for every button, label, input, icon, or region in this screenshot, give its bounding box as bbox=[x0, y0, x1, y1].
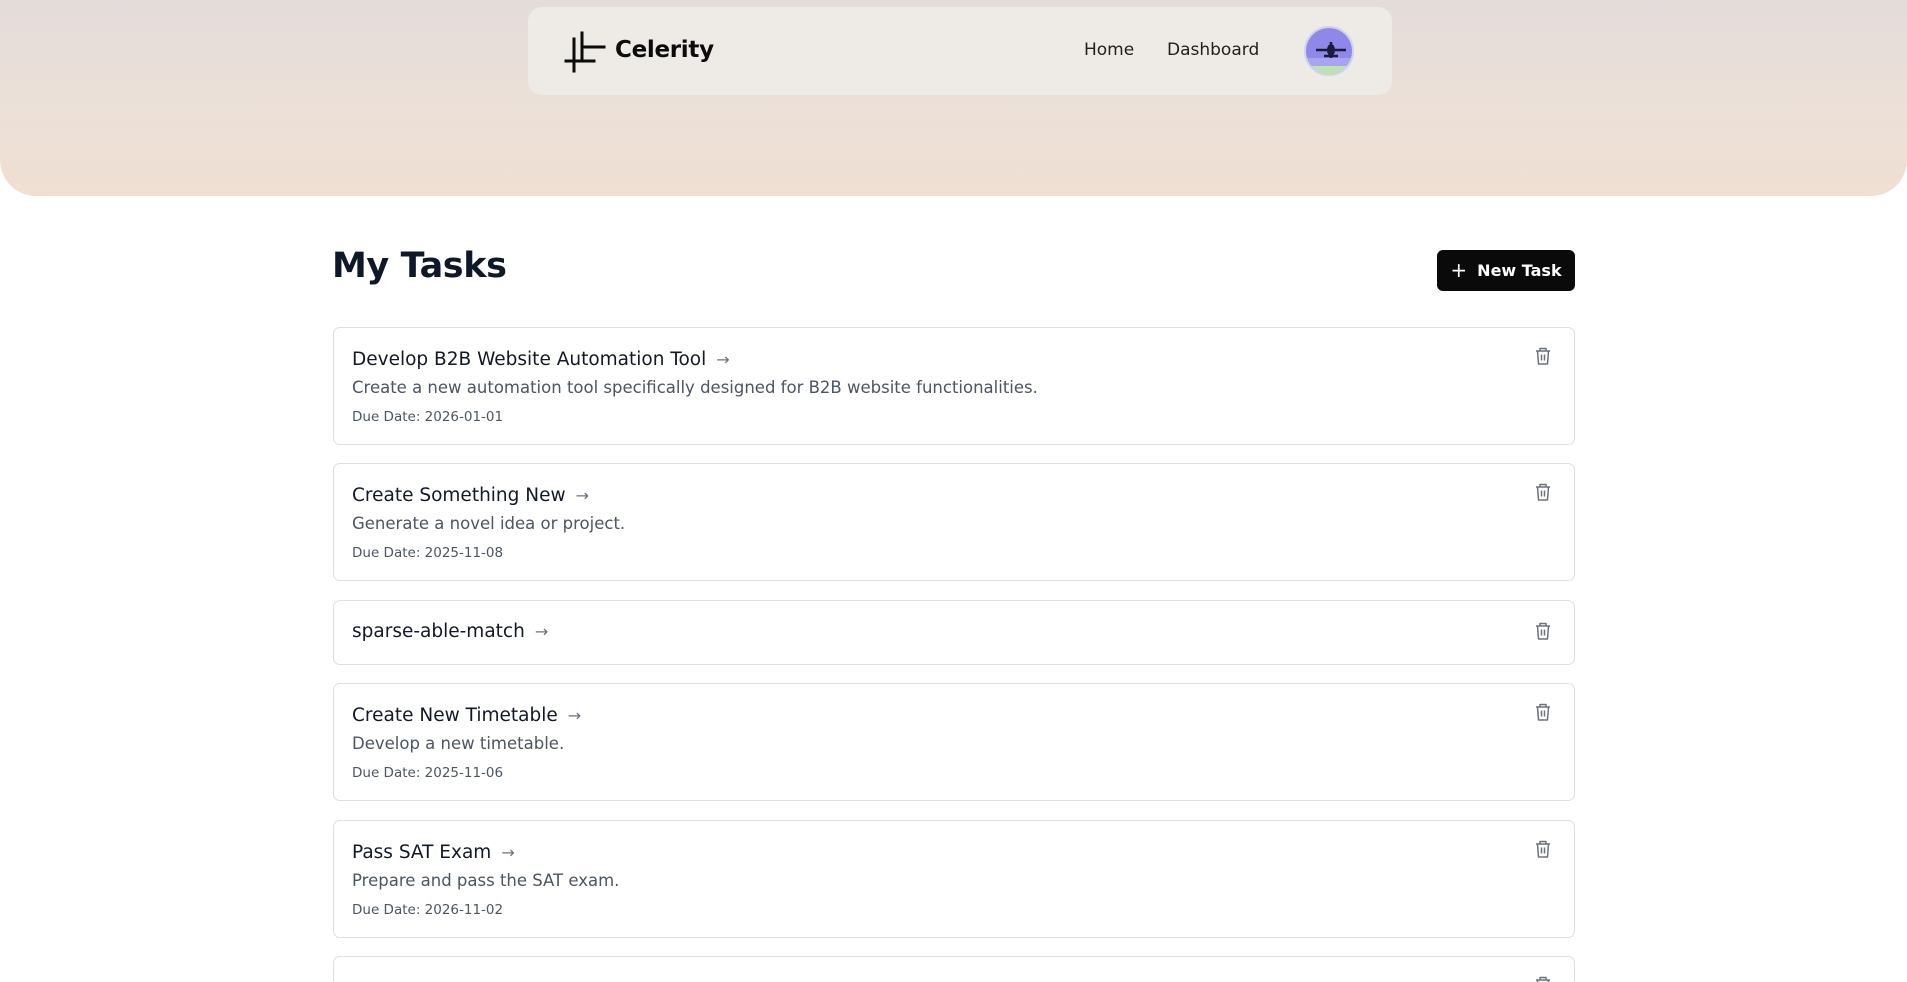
user-avatar[interactable] bbox=[1304, 26, 1354, 76]
task-card[interactable]: Pass SAT Exam → Prepare and pass the SAT … bbox=[333, 820, 1575, 938]
trash-icon[interactable] bbox=[1534, 975, 1552, 982]
nav-link-home[interactable]: Home bbox=[1084, 40, 1134, 60]
task-title-text: Create New Timetable bbox=[352, 705, 558, 726]
brand-name[interactable]: Celerity bbox=[615, 37, 714, 63]
task-description: Prepare and pass the SAT exam. bbox=[352, 871, 620, 890]
task-card[interactable]: sparse-able-match → bbox=[333, 600, 1575, 665]
trash-icon[interactable] bbox=[1534, 346, 1552, 366]
task-title-text: sparse-able-match bbox=[352, 621, 525, 642]
trash-icon[interactable] bbox=[1534, 702, 1552, 722]
plus-icon: + bbox=[1450, 257, 1468, 282]
task-card[interactable]: Develop B2B Website Automation Tool → Cre… bbox=[333, 327, 1575, 445]
task-due-date: Due Date: 2026-01-01 bbox=[352, 409, 504, 425]
task-card[interactable]: Create Something New → Generate a novel i… bbox=[333, 463, 1575, 581]
task-card[interactable]: Create New Timetable → Develop a new time… bbox=[333, 683, 1575, 801]
task-title[interactable]: Create Something New → bbox=[352, 485, 589, 506]
task-due-date: Due Date: 2025-11-08 bbox=[352, 545, 504, 561]
page-title: My Tasks bbox=[332, 246, 507, 286]
task-description: Develop a new timetable. bbox=[352, 734, 565, 753]
trash-icon[interactable] bbox=[1534, 839, 1552, 859]
task-title[interactable]: Pass SAT Exam → bbox=[352, 842, 515, 863]
arrow-right-icon: → bbox=[575, 486, 590, 505]
task-title-text: Pass SAT Exam bbox=[352, 842, 492, 863]
task-title[interactable]: Create New Timetable → bbox=[352, 705, 581, 726]
arrow-right-icon: → bbox=[501, 843, 515, 862]
top-navbar: Celerity Home Dashboard bbox=[528, 7, 1392, 95]
task-description: Generate a novel idea or project. bbox=[352, 514, 626, 533]
arrow-right-icon: → bbox=[534, 622, 549, 641]
arrow-right-icon: → bbox=[716, 350, 730, 369]
trash-icon[interactable] bbox=[1534, 482, 1552, 502]
task-title[interactable]: Develop B2B Website Automation Tool → bbox=[352, 349, 730, 370]
airplane-avatar-icon bbox=[1306, 28, 1352, 74]
task-title-text: Create Something New bbox=[352, 485, 566, 506]
task-title-text: Develop B2B Website Automation Tool bbox=[352, 349, 707, 370]
task-description: Create a new automation tool specificall… bbox=[352, 378, 1038, 397]
logo-icon[interactable] bbox=[564, 31, 606, 73]
arrow-right-icon: → bbox=[567, 706, 582, 725]
trash-icon[interactable] bbox=[1534, 621, 1552, 641]
nav-link-dashboard[interactable]: Dashboard bbox=[1167, 40, 1259, 60]
new-task-label: New Task bbox=[1477, 261, 1562, 280]
task-title[interactable]: sparse-able-match → bbox=[352, 621, 548, 642]
new-task-button[interactable]: + New Task bbox=[1437, 250, 1575, 291]
task-card[interactable] bbox=[333, 956, 1575, 982]
task-due-date: Due Date: 2026-11-02 bbox=[352, 902, 504, 918]
task-due-date: Due Date: 2025-11-06 bbox=[352, 765, 504, 781]
